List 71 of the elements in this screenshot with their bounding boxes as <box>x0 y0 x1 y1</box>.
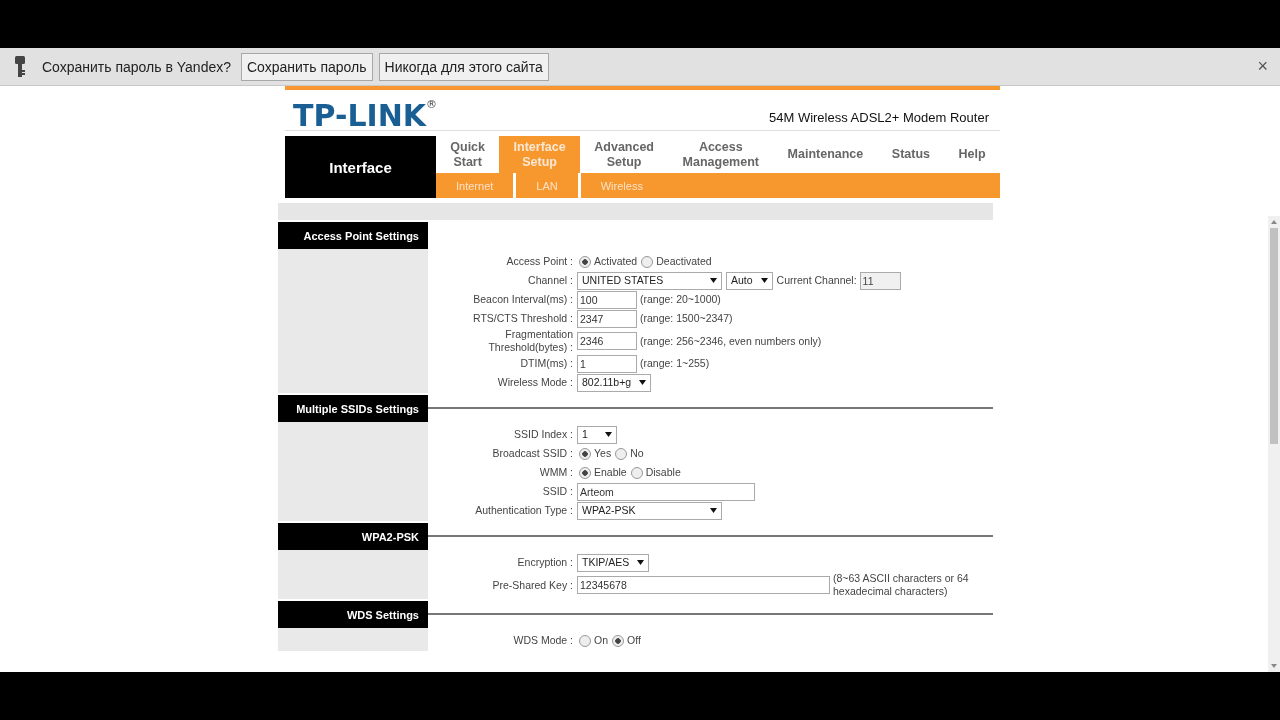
dropdown[interactable]: WPA2-PSK <box>577 501 722 520</box>
field-label: WDS Mode : <box>512 634 574 647</box>
infobar-button[interactable]: Сохранить пароль <box>241 52 373 81</box>
hint-text: (range: 256~2346, even numbers only) <box>640 334 822 348</box>
radio-button[interactable] <box>615 447 628 460</box>
key-icon <box>14 55 26 78</box>
nav-title: Interface <box>285 136 436 198</box>
radio-button[interactable] <box>641 255 654 268</box>
close-button[interactable]: × <box>1255 56 1270 77</box>
radio-label: Activated <box>594 255 638 268</box>
field-label: SSID Index : <box>513 428 574 441</box>
caret-icon <box>760 278 768 283</box>
dropdown[interactable]: TKIP/AES <box>577 553 650 572</box>
input-field[interactable]: 100 <box>577 290 637 309</box>
caret-icon <box>605 432 612 437</box>
radio-button[interactable] <box>612 634 624 647</box>
input-field[interactable]: 11 <box>859 271 901 290</box>
field-label: DTIM(ms) : <box>519 357 574 370</box>
hint-text: (range: 1500~2347) <box>640 312 733 325</box>
model-name: 54M Wireless ADSL2+ Modem Router <box>769 110 989 125</box>
section-header: WPA2-PSK <box>278 523 428 550</box>
section-header: WDS Settings <box>278 601 428 628</box>
field-label: Broadcast SSID : <box>491 447 574 460</box>
section-header: Multiple SSIDs Settings <box>278 395 428 422</box>
radio-label: Enable <box>594 466 627 479</box>
dropdown[interactable]: UNITED STATES <box>577 271 722 290</box>
radio-label: Deactivated <box>656 255 712 268</box>
scrollbar[interactable] <box>1268 216 1280 672</box>
caret-icon <box>710 278 717 283</box>
field-label: Authentication Type : <box>474 504 574 517</box>
radio-button[interactable] <box>579 466 591 479</box>
field-label: Wireless Mode : <box>496 376 574 389</box>
input-field[interactable]: 12345678 <box>577 576 830 594</box>
field-label: WMM : <box>538 466 574 479</box>
input-field[interactable]: 2346 <box>577 332 637 350</box>
scroll-down-icon[interactable] <box>1271 664 1277 668</box>
dropdown[interactable]: 1 <box>577 425 617 444</box>
radio-label: Disable <box>645 466 681 479</box>
field-label: Access Point : <box>505 255 574 268</box>
input-field[interactable]: 1 <box>577 354 637 373</box>
radio-label: Off <box>627 634 641 647</box>
hint-text: (range: 20~1000) <box>640 293 721 306</box>
caret-icon <box>637 560 645 565</box>
hint-text: (8~63 ASCII characters or 64 hexadecimal characters) <box>833 572 970 598</box>
radio-label: On <box>594 634 608 647</box>
radio-button[interactable] <box>630 466 643 479</box>
field-label: SSID : <box>541 485 574 498</box>
radio-label: Yes <box>594 447 612 460</box>
scroll-up-icon[interactable] <box>1271 220 1277 224</box>
dropdown[interactable]: 802.11b+g <box>577 373 652 392</box>
radio-label: No <box>630 447 644 460</box>
infobar-button[interactable]: Никогда для этого сайта <box>378 52 549 81</box>
radio-button[interactable] <box>579 634 591 647</box>
hint-text: Current Channel: <box>776 274 857 287</box>
field-label: Encryption : <box>516 556 574 569</box>
hint-text: (range: 1~255) <box>640 357 710 370</box>
caret-icon <box>639 380 647 385</box>
dropdown[interactable]: Auto <box>726 271 773 290</box>
section-header: Access Point Settings <box>278 222 428 249</box>
infobar-prompt: Сохранить пароль в Yandex? <box>42 58 231 75</box>
radio-button[interactable] <box>579 447 591 460</box>
field-label: Pre-Shared Key : <box>491 578 574 592</box>
field-label: Beacon Interval(ms) : <box>472 293 574 306</box>
radio-button[interactable] <box>579 255 591 268</box>
logo: TP-LINK$^{®}$ <box>293 98 437 133</box>
field-label: RTS/CTS Threshold : <box>472 312 574 325</box>
caret-icon <box>710 508 717 513</box>
input-field[interactable]: 2347 <box>577 309 637 328</box>
field-label: Channel : <box>527 274 574 287</box>
field-label: Fragmentation Threshold(bytes) : <box>487 328 574 354</box>
input-field[interactable]: Arteom <box>577 482 755 501</box>
